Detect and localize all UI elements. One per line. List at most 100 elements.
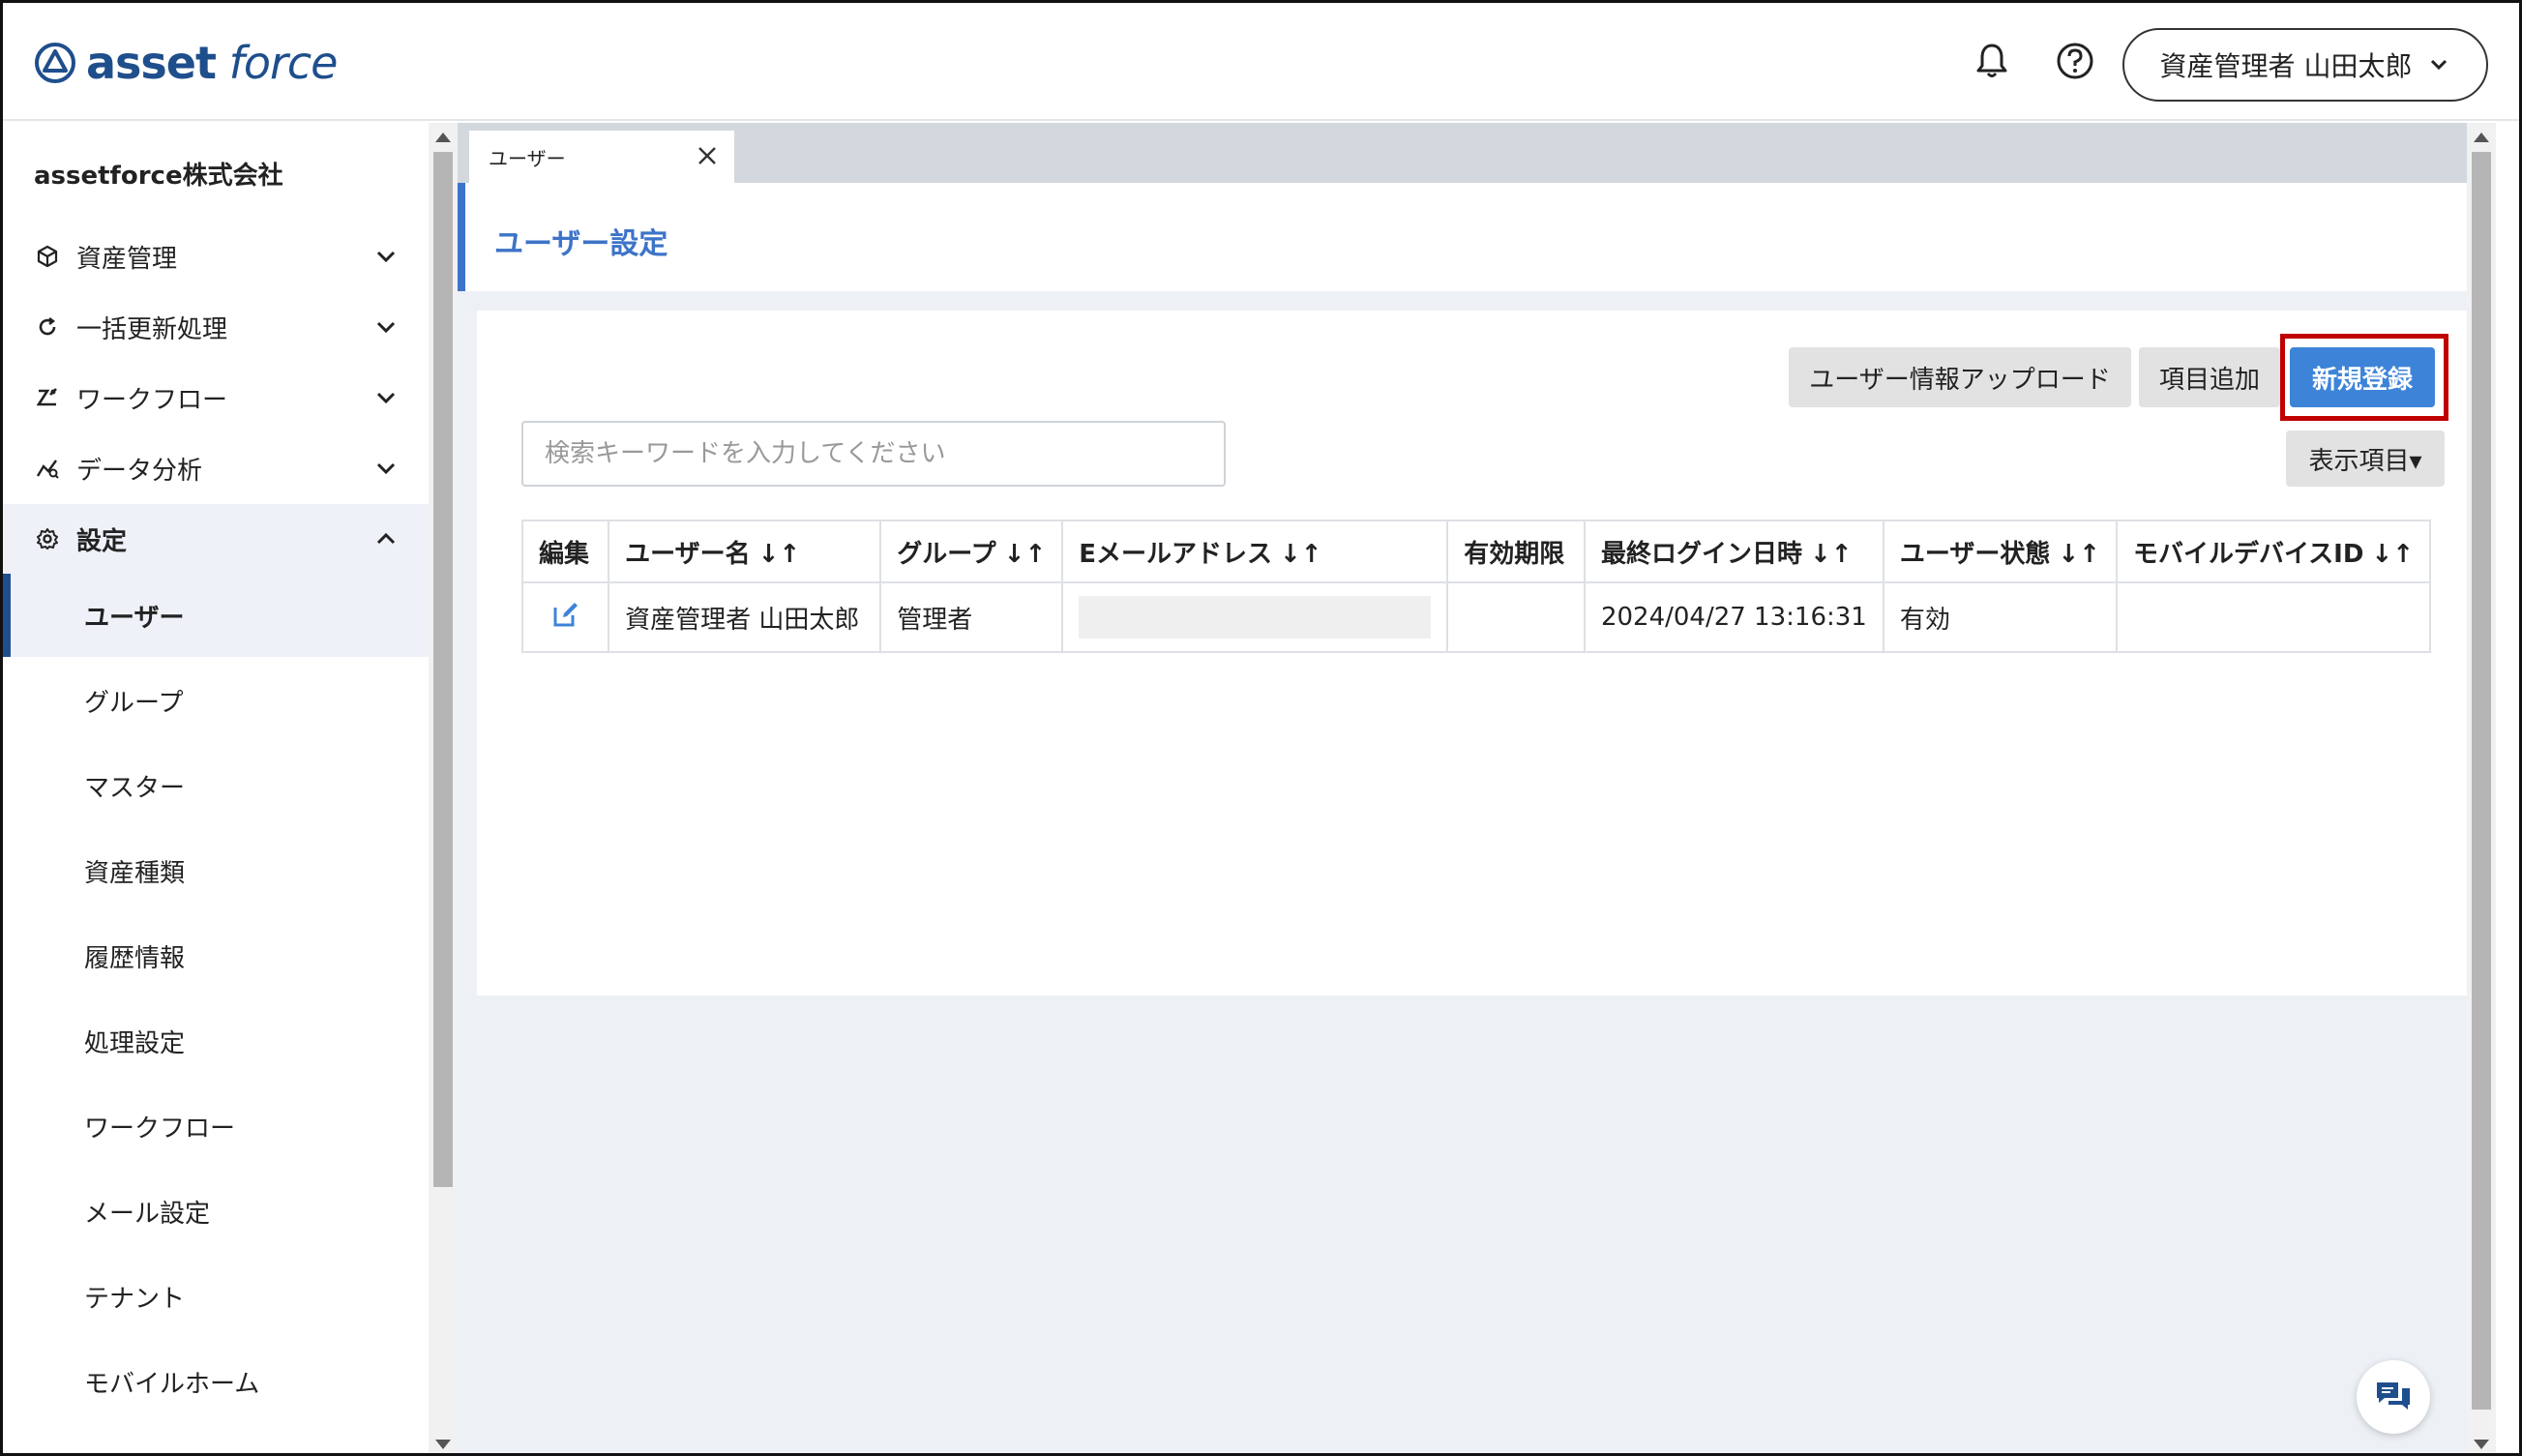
col-header-status[interactable]: ユーザー状態 ↓↑ — [1882, 520, 2118, 583]
sidebar-item-label: 一括更新処理 — [76, 314, 228, 344]
logo-mark-icon — [35, 43, 75, 83]
refresh-icon — [34, 313, 61, 341]
bell-icon[interactable] — [1969, 38, 2015, 84]
sidebar-item-label: ワークフロー — [76, 385, 228, 415]
subitem-label: テナント — [84, 1284, 186, 1314]
sidebar-item-label: 資産管理 — [76, 244, 178, 274]
gear-icon — [34, 525, 61, 552]
table-row[interactable]: 資産管理者 山田太郎 管理者 2024/04/27 13:16:31 有効 — [520, 581, 2432, 653]
sort-icon[interactable]: ↓↑ — [758, 540, 801, 569]
sort-icon[interactable]: ↓↑ — [1280, 540, 1322, 569]
chevron-down-icon — [376, 462, 396, 475]
sidebar-item-settings[interactable]: 設定 — [3, 504, 429, 574]
new-register-button[interactable]: 新規登録 — [2290, 347, 2435, 407]
user-upload-button[interactable]: ユーザー情報アップロード — [1789, 347, 2131, 407]
col-header-email[interactable]: Eメールアドレス ↓↑ — [1061, 520, 1449, 583]
users-table: 編集 ユーザー名 ↓↑ グループ ↓↑ Eメールアドレス ↓↑ 有効期限 最終ログイン… — [520, 520, 2432, 653]
col-header-user-name[interactable]: ユーザー名 ↓↑ — [608, 520, 882, 583]
help-icon[interactable] — [2052, 38, 2098, 84]
subitem-label: ワークフロー — [84, 1114, 236, 1144]
user-name-cell: 資産管理者 山田太郎 — [608, 581, 882, 653]
col-header-label: Eメールアドレス — [1079, 539, 1272, 569]
sort-icon[interactable]: ↓↑ — [1004, 540, 1047, 569]
page-title: ユーザー設定 — [494, 227, 668, 261]
search-input[interactable]: 検索キーワードを入力してください — [521, 421, 1226, 487]
sidebar-subitem-process-settings[interactable]: 処理設定 — [3, 999, 429, 1083]
top-header: asset force 資産管理者 山田太郎 — [3, 3, 2519, 121]
tab-bar: ユーザー — [458, 123, 2496, 183]
cube-icon — [34, 243, 61, 270]
chevron-down-icon — [376, 392, 396, 404]
subitem-label: 履歴情報 — [84, 943, 186, 973]
sidebar-subitem-mail-settings[interactable]: メール設定 — [3, 1170, 429, 1253]
subitem-label: グループ — [84, 688, 184, 718]
last-login-cell: 2024/04/27 13:16:31 — [1583, 581, 1884, 653]
scroll-down-arrow-icon[interactable] — [2474, 1440, 2489, 1449]
sidebar-subitem-history[interactable]: 履歴情報 — [3, 914, 429, 997]
sort-icon[interactable]: ↓↑ — [2371, 540, 2414, 569]
user-list-panel: ユーザー情報アップロード 項目追加 新規登録 表示項目▾ 検索キーワードを入力し… — [477, 311, 2474, 995]
sidebar-item-asset-management[interactable]: 資産管理 — [3, 222, 429, 291]
sidebar-subitem-tenant[interactable]: テナント — [3, 1255, 429, 1338]
chat-button[interactable] — [2357, 1360, 2430, 1434]
main-scrollbar[interactable] — [2467, 123, 2496, 1453]
col-header-label: 有効期限 — [1464, 539, 1565, 569]
app-window: asset force 資産管理者 山田太郎 assetforce株式会社 資産… — [0, 0, 2522, 1456]
edit-cell — [520, 581, 610, 653]
sidebar-subitem-master[interactable]: マスター — [3, 744, 429, 827]
subitem-label: メール設定 — [84, 1199, 211, 1229]
col-header-edit: 編集 — [520, 520, 610, 583]
user-menu-label: 資産管理者 山田太郎 — [2159, 50, 2413, 82]
subitem-label: モバイルホーム — [84, 1369, 260, 1399]
sidebar-scroll-thumb[interactable] — [433, 152, 453, 1187]
device-id-cell — [2115, 581, 2432, 653]
col-header-label: 編集 — [539, 539, 590, 569]
page-title-bar: ユーザー設定 — [458, 183, 2496, 291]
sort-icon[interactable]: ↓↑ — [2058, 540, 2100, 569]
redacted-email — [1079, 596, 1432, 639]
close-icon[interactable] — [696, 144, 719, 167]
logo-text-bold: asset — [86, 37, 217, 89]
sidebar-subitem-workflow[interactable]: ワークフロー — [3, 1085, 429, 1168]
chat-icon — [2377, 1382, 2410, 1410]
col-header-label: グループ — [897, 539, 996, 569]
sidebar: assetforce株式会社 資産管理 一括更新処理 ワークフロー データ分析 … — [3, 123, 429, 1453]
analytics-icon — [34, 455, 61, 482]
email-cell — [1061, 581, 1449, 653]
scroll-up-arrow-icon[interactable] — [2474, 133, 2489, 142]
table-header-row: 編集 ユーザー名 ↓↑ グループ ↓↑ Eメールアドレス ↓↑ 有効期限 最終ログイン… — [520, 520, 2432, 583]
sidebar-subitem-mobile-home[interactable]: モバイルホーム — [3, 1340, 429, 1423]
sidebar-scrollbar[interactable] — [429, 123, 458, 1453]
sidebar-item-workflow[interactable]: ワークフロー — [3, 363, 429, 432]
edit-icon[interactable] — [551, 600, 580, 629]
sidebar-item-data-analysis[interactable]: データ分析 — [3, 433, 429, 503]
col-header-label: 最終ログイン日時 — [1600, 539, 1802, 569]
main-scroll-thumb[interactable] — [2472, 152, 2491, 1410]
add-field-button[interactable]: 項目追加 — [2139, 347, 2280, 407]
subitem-label: ユーザー — [84, 603, 185, 633]
main-content: ユーザー ユーザー設定 ユーザー情報アップロード 項目追加 新規登録 表示項目▾… — [458, 123, 2496, 1453]
tab-users[interactable]: ユーザー — [469, 131, 734, 183]
asset-force-logo[interactable]: asset force — [34, 32, 338, 94]
sidebar-subitem-users[interactable]: ユーザー — [3, 574, 429, 657]
group-cell: 管理者 — [879, 581, 1064, 653]
tab-label: ユーザー — [489, 146, 566, 170]
col-header-device-id[interactable]: モバイルデバイスID ↓↑ — [2115, 520, 2432, 583]
logo-text: asset force — [86, 37, 338, 89]
subitem-label: 処理設定 — [84, 1028, 186, 1058]
sidebar-subitem-asset-types[interactable]: 資産種類 — [3, 829, 429, 912]
sort-icon[interactable]: ↓↑ — [1810, 540, 1853, 569]
col-header-group[interactable]: グループ ↓↑ — [879, 520, 1064, 583]
col-header-last-login[interactable]: 最終ログイン日時 ↓↑ — [1583, 520, 1884, 583]
subitem-label: 資産種類 — [84, 858, 186, 888]
sidebar-item-label: 設定 — [76, 526, 128, 556]
subitem-label: マスター — [84, 773, 186, 803]
col-header-label: モバイルデバイスID — [2132, 539, 2364, 569]
sidebar-subitem-groups[interactable]: グループ — [3, 659, 429, 742]
sidebar-item-bulk-update[interactable]: 一括更新処理 — [3, 292, 429, 362]
chevron-down-icon — [2431, 59, 2448, 71]
user-menu-button[interactable]: 資産管理者 山田太郎 — [2122, 28, 2488, 102]
scroll-down-arrow-icon[interactable] — [435, 1440, 451, 1449]
display-items-button[interactable]: 表示項目▾ — [2286, 431, 2445, 487]
scroll-up-arrow-icon[interactable] — [435, 133, 451, 142]
